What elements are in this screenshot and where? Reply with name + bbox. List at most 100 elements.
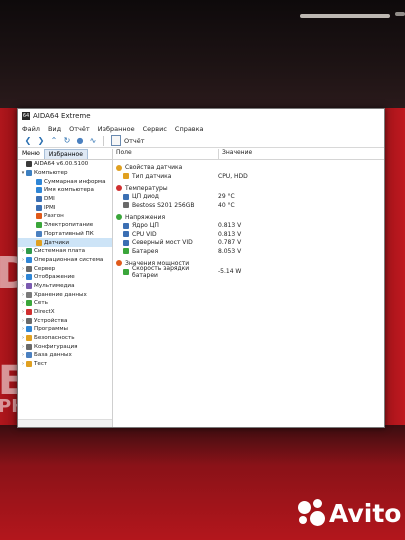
temperature-icon — [116, 185, 122, 191]
group-title: Напряжения — [125, 213, 166, 221]
tree-item[interactable]: Суммарная информа — [18, 177, 112, 186]
tree-item-label: Отображение — [34, 274, 75, 281]
tree-item[interactable]: Разгон — [18, 212, 112, 221]
multimedia-icon — [26, 282, 32, 289]
security-icon — [26, 335, 32, 342]
programs-icon — [26, 326, 32, 333]
tree-item-label: Электропитание — [44, 222, 94, 229]
tree-item-label: Разгон — [44, 213, 64, 220]
user-icon[interactable]: ● — [74, 135, 86, 146]
sensor-field-label: Bestoss S201 256GB — [132, 201, 195, 209]
menu-item[interactable]: Отчёт — [69, 125, 90, 133]
tree-item[interactable]: Датчики — [18, 238, 112, 247]
aida64-window: 64 AIDA64 Extreme Файл Вид Отчёт Избранное С… — [17, 108, 385, 428]
tree-item[interactable]: › Сервер — [18, 264, 112, 273]
tree-item-label: Тест — [34, 361, 48, 368]
sensor-value: 0.787 V — [218, 239, 242, 247]
tree-item[interactable]: Электропитание — [18, 221, 112, 230]
column-field[interactable]: Поле — [113, 149, 218, 159]
tree-item-label: Операционная система — [34, 256, 104, 263]
menu-item[interactable]: Справка — [175, 125, 204, 133]
sensor-row[interactable]: Северный мост VID 0.787 V — [116, 239, 384, 248]
chart-icon[interactable]: ∿ — [87, 135, 99, 146]
background-top — [0, 0, 405, 108]
sensor-field-label: Тип датчика — [132, 172, 172, 180]
sensor-field-label: Скорость зарядки батареи — [132, 264, 190, 279]
sensor-value: 40 °C — [218, 201, 235, 209]
sensor-row[interactable]: ЦП диод 29 °C — [116, 193, 384, 202]
report-icon[interactable] — [111, 135, 121, 146]
column-value[interactable]: Значение — [218, 149, 252, 159]
sensor-row[interactable]: Ядро ЦП 0.813 V — [116, 222, 384, 231]
forward-arrow-icon[interactable]: ❯ — [35, 135, 47, 146]
tab-menu[interactable]: Меню — [18, 149, 44, 159]
refresh-icon[interactable]: ↻ — [61, 135, 73, 146]
computer-name-icon — [36, 187, 42, 194]
tree-item[interactable]: › Конфигурация — [18, 342, 112, 351]
tree-item-label: База данных — [34, 352, 72, 359]
sensor-field: Ядро ЦП — [116, 222, 215, 229]
sensor-field: Скорость зарядки батареи — [116, 265, 215, 279]
tree-item[interactable]: › Тест — [18, 360, 112, 369]
display-icon — [26, 274, 32, 281]
sensor-row[interactable]: Батарея 8.053 V — [116, 247, 384, 256]
sensor-value: 0.813 V — [218, 230, 242, 238]
tree-item[interactable]: Портативный ПК — [18, 230, 112, 239]
overclock-icon — [36, 213, 42, 220]
tree-item-label: Суммарная информа — [44, 178, 106, 185]
back-arrow-icon[interactable]: ❮ — [22, 135, 34, 146]
sensor-value: 29 °C — [218, 193, 235, 201]
benchmark-icon — [26, 361, 32, 368]
config-icon — [26, 343, 32, 350]
tree-item-label: Программы — [34, 326, 68, 333]
tree-item[interactable]: › Системная плата — [18, 247, 112, 256]
tree-item[interactable]: › Операционная система — [18, 256, 112, 265]
tree-item[interactable]: › Устройства — [18, 316, 112, 325]
report-button[interactable]: Отчёт — [124, 137, 145, 145]
sensor-row[interactable]: CPU VID 0.813 V — [116, 230, 384, 239]
sensor-row[interactable]: Тип датчика CPU, HDD — [116, 172, 384, 181]
tree-item[interactable]: ▾ Компьютер — [18, 169, 112, 178]
menu-bar: Файл Вид Отчёт Избранное Сервис Справка — [18, 123, 384, 134]
aida-icon: 64 — [22, 112, 30, 120]
group-title: Температуры — [125, 184, 168, 192]
tree-item[interactable]: IPMI — [18, 203, 112, 212]
menu-item[interactable]: Сервис — [143, 125, 167, 133]
dmi-icon — [36, 196, 42, 203]
group-header: Свойства датчика — [116, 163, 384, 172]
menu-item[interactable]: Файл — [22, 125, 40, 133]
tree-item[interactable]: › DirectX — [18, 308, 112, 317]
sensor-row[interactable]: Скорость зарядки батареи -5.14 W — [116, 265, 384, 279]
battery-icon — [123, 248, 129, 255]
tree-item[interactable]: › Сеть — [18, 299, 112, 308]
disk-icon — [123, 202, 129, 209]
sensor-field: CPU VID — [116, 231, 215, 238]
sensor-field-label: Северный мост VID — [132, 239, 193, 247]
tree-item[interactable]: AIDA64 v6.00.5100 — [18, 160, 112, 169]
tree-item[interactable]: › Отображение — [18, 273, 112, 282]
storage-icon — [26, 291, 32, 298]
battery-charge-icon — [123, 268, 129, 275]
sensor-field-label: ЦП диод — [132, 193, 159, 201]
menu-item[interactable]: Вид — [48, 125, 61, 133]
horizontal-scrollbar[interactable] — [18, 419, 112, 427]
tree-item[interactable]: Имя компьютера — [18, 186, 112, 195]
tree-item[interactable]: DMI — [18, 195, 112, 204]
tab-favorites[interactable]: Избранное — [43, 149, 88, 159]
tree-item-label: AIDA64 v6.00.5100 — [34, 161, 89, 168]
tree-item[interactable]: › База данных — [18, 351, 112, 360]
sensor-row[interactable]: Bestoss S201 256GB 40 °C — [116, 201, 384, 210]
sensor-value: -5.14 W — [218, 268, 242, 276]
computer-icon — [26, 170, 32, 177]
column-header: Поле Значение — [113, 149, 384, 160]
up-arrow-icon[interactable]: ⌃ — [48, 135, 60, 146]
tree-item[interactable]: › Хранение данных — [18, 290, 112, 299]
menu-item[interactable]: Избранное — [98, 125, 135, 133]
tree-item-label: Системная плата — [34, 248, 86, 255]
tree-item[interactable]: › Безопасность — [18, 334, 112, 343]
group-title: Свойства датчика — [125, 164, 183, 171]
tree-item[interactable]: › Мультимедиа — [18, 282, 112, 291]
network-icon — [26, 300, 32, 307]
tree-item[interactable]: › Программы — [18, 325, 112, 334]
title-bar[interactable]: 64 AIDA64 Extreme — [18, 109, 384, 123]
